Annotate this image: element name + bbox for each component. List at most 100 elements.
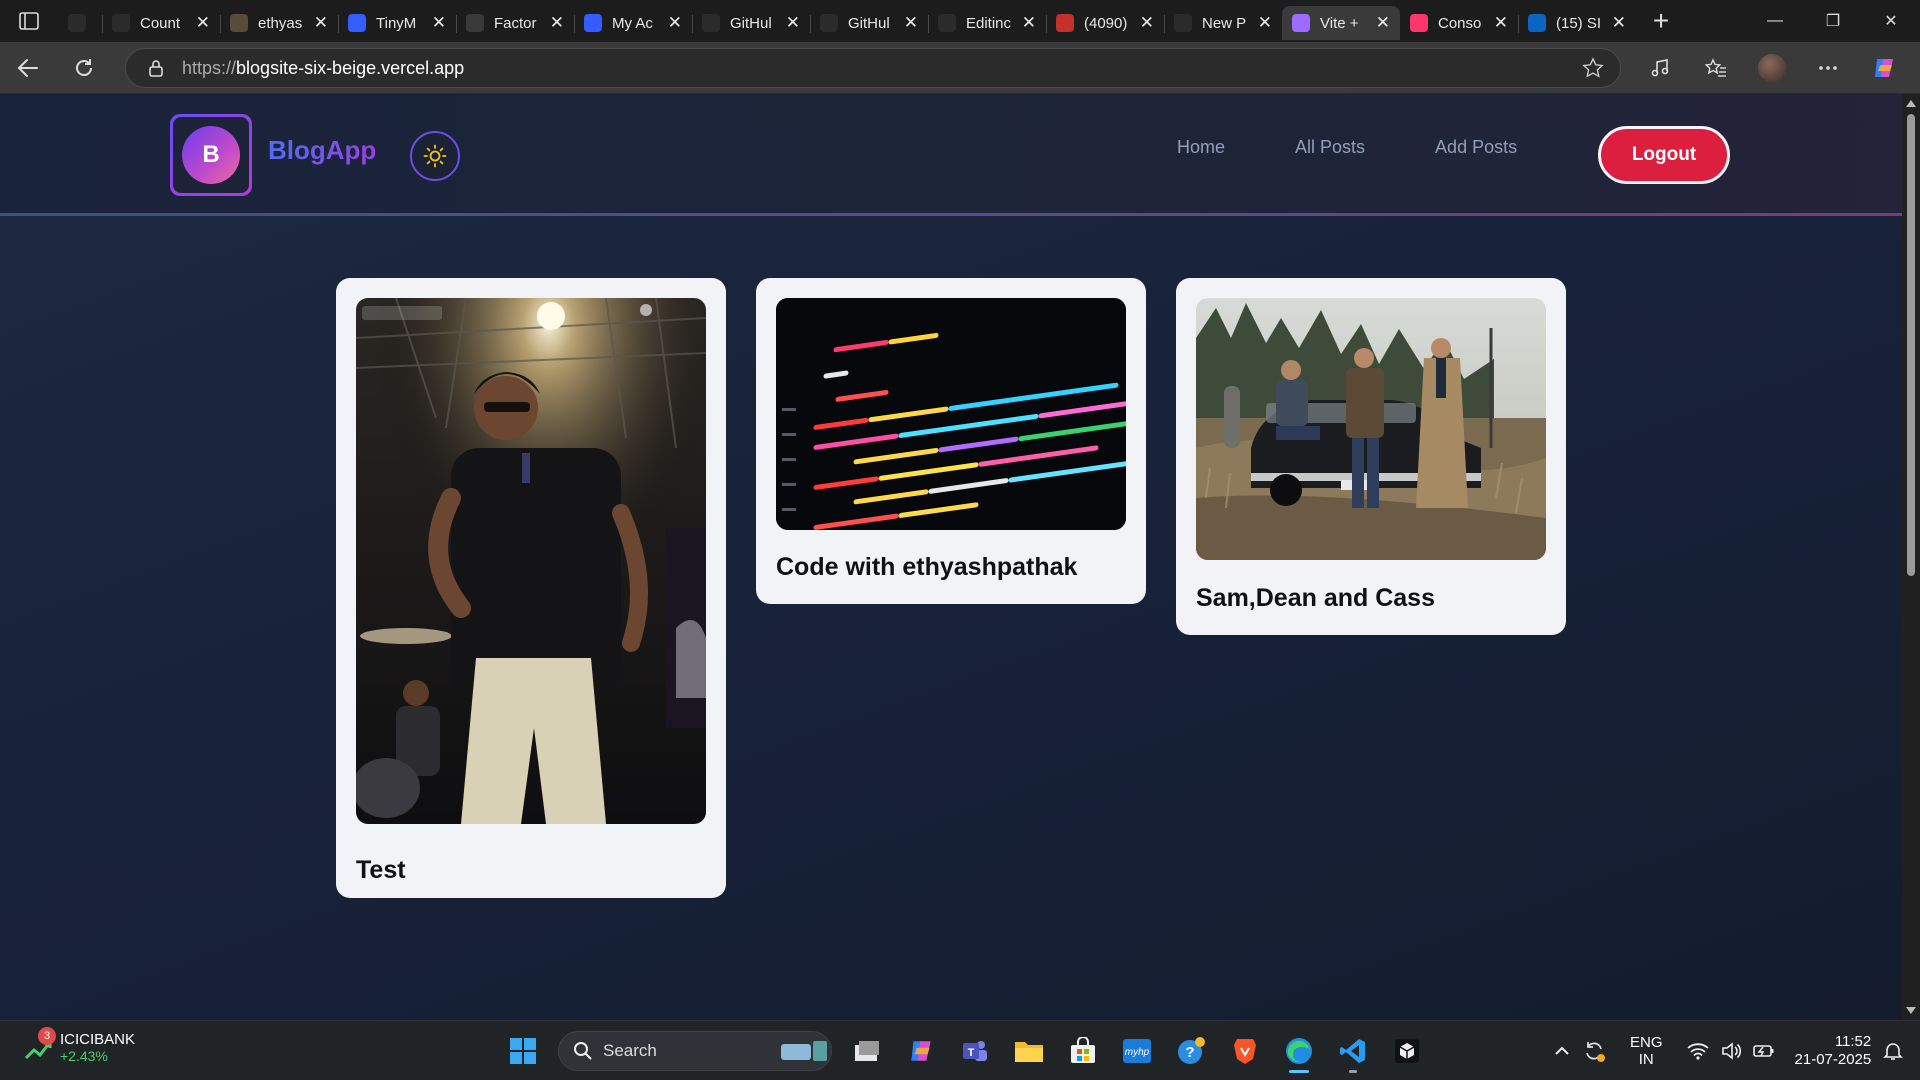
browser-tab-strip: Count ✕ ethyas ✕ TinyM ✕ Factor ✕ My Ac ✕ GitHul ✕ G…	[0, 0, 1920, 42]
lang-line1: ENG	[1630, 1034, 1663, 1051]
system-clock[interactable]: 11:52 21-07-2025	[1795, 1033, 1872, 1069]
copilot-button[interactable]	[1856, 42, 1912, 94]
browser-tab[interactable]: GitHul ✕	[810, 6, 928, 40]
brave-icon	[1234, 1039, 1256, 1064]
close-tab-icon[interactable]: ✕	[786, 13, 800, 33]
reload-icon	[76, 58, 92, 76]
close-tab-icon[interactable]: ✕	[668, 13, 682, 33]
browser-tab[interactable]: (15) SI ✕	[1518, 6, 1636, 40]
close-tab-icon[interactable]: ✕	[314, 13, 328, 33]
taskbar-search[interactable]: Search	[558, 1031, 832, 1071]
myhp-app[interactable]: myhp	[1110, 1029, 1164, 1073]
brave-app[interactable]	[1218, 1029, 1272, 1073]
tab-title: ethyas	[258, 14, 303, 32]
close-tab-icon[interactable]: ✕	[1022, 13, 1036, 33]
browser-tab[interactable]: Editinc ✕	[928, 6, 1046, 40]
stock-widget[interactable]: 3 ICICIBANK +2.43%	[24, 1027, 135, 1064]
logout-button[interactable]: Logout	[1598, 126, 1730, 184]
post-card[interactable]: Code with ethyashpathak	[756, 278, 1146, 604]
close-tab-icon[interactable]: ✕	[1612, 13, 1626, 33]
tab-title: Editinc	[966, 14, 1012, 32]
back-button[interactable]	[0, 42, 56, 94]
help-app[interactable]: ?	[1164, 1029, 1218, 1073]
browser-tab[interactable]: (4090) ✕	[1046, 6, 1164, 40]
file-explorer-app[interactable]	[1002, 1029, 1056, 1073]
store-app[interactable]	[1056, 1029, 1110, 1073]
tab-actions-button[interactable]	[0, 0, 58, 42]
notifications-button[interactable]	[1883, 1041, 1904, 1061]
close-window-button[interactable]: ✕	[1862, 0, 1920, 42]
profile-button[interactable]	[1744, 42, 1800, 94]
post-title: Sam,Dean and Cass	[1196, 584, 1435, 612]
browser-tab[interactable]: My Ac ✕	[574, 6, 692, 40]
theme-toggle-button[interactable]	[410, 131, 460, 181]
new-tab-button[interactable]: +	[1636, 0, 1686, 42]
copilot-app[interactable]	[894, 1029, 948, 1073]
windows-logo-icon	[510, 1038, 536, 1064]
address-bar[interactable]: https://blogsite-six-beige.vercel.app	[125, 48, 1621, 88]
close-tab-icon[interactable]: ✕	[1140, 13, 1154, 33]
github-icon	[820, 14, 838, 32]
widget-text: ICICIBANK +2.43%	[60, 1031, 135, 1064]
scroll-up-arrow[interactable]	[1906, 100, 1916, 107]
browser-tab[interactable]: GitHul ✕	[692, 6, 810, 40]
browser-tab[interactable]: Conso ✕	[1400, 6, 1518, 40]
wifi-icon	[1686, 1043, 1709, 1060]
site-brand[interactable]: BlogApp	[268, 135, 376, 166]
favorite-star-icon[interactable]	[1582, 57, 1604, 79]
minimize-button[interactable]: —	[1746, 0, 1804, 42]
more-menu-button[interactable]	[1800, 42, 1856, 94]
restore-button[interactable]: ❐	[1804, 0, 1862, 42]
show-hidden-icons-button[interactable]	[1554, 1046, 1570, 1056]
browser-tab[interactable]: TinyM ✕	[338, 6, 456, 40]
input-language[interactable]: ENG IN	[1630, 1034, 1663, 1068]
start-button[interactable]	[496, 1029, 550, 1073]
browser-tab[interactable]: Count ✕	[102, 6, 220, 40]
page-viewport: B BlogApp Home All Posts Add Posts Logou…	[0, 94, 1902, 1020]
battery-button[interactable]	[1752, 1043, 1775, 1059]
nav-home-link[interactable]: Home	[1177, 137, 1225, 158]
browser-tab[interactable]: ethyas ✕	[220, 6, 338, 40]
browser-tab[interactable]: New P ✕	[1164, 6, 1282, 40]
post-card[interactable]: Sam,Dean and Cass	[1176, 278, 1566, 635]
post-card[interactable]: Test	[336, 278, 726, 898]
reload-button[interactable]	[56, 42, 112, 94]
browser-tab[interactable]	[58, 6, 102, 40]
close-tab-icon[interactable]: ✕	[1376, 13, 1390, 33]
scroll-thumb[interactable]	[1907, 114, 1915, 576]
close-tab-icon[interactable]: ✕	[1494, 13, 1508, 33]
tab-title: GitHul	[848, 14, 890, 32]
close-tab-icon[interactable]: ✕	[432, 13, 446, 33]
teams-icon: T	[963, 1041, 987, 1061]
vercel-icon	[1174, 14, 1192, 32]
sync-tray-button[interactable]	[1582, 1039, 1606, 1063]
site-logo[interactable]: B	[170, 114, 252, 196]
tuf-icon	[112, 14, 130, 32]
browser-tab[interactable]: Factor ✕	[456, 6, 574, 40]
close-tab-icon[interactable]: ✕	[904, 13, 918, 33]
favorites-button[interactable]	[1688, 42, 1744, 94]
read-aloud-button[interactable]	[1632, 42, 1688, 94]
music-note-icon	[1651, 59, 1669, 77]
vscode-icon	[1340, 1039, 1365, 1063]
scroll-down-arrow[interactable]	[1906, 1007, 1916, 1014]
nav-all-posts-link[interactable]: All Posts	[1295, 137, 1365, 158]
volume-button[interactable]	[1721, 1042, 1741, 1060]
wifi-button[interactable]	[1686, 1042, 1709, 1060]
appwrite-icon	[1410, 14, 1428, 32]
task-view-button[interactable]	[840, 1029, 894, 1073]
close-tab-icon[interactable]: ✕	[550, 13, 564, 33]
cube-icon	[1395, 1039, 1419, 1063]
vscode-app[interactable]	[1326, 1029, 1380, 1073]
teams-app[interactable]: T	[948, 1029, 1002, 1073]
back-arrow-icon	[17, 58, 38, 77]
browser-tab[interactable]: Vite + ✕	[1282, 6, 1400, 40]
cube-app[interactable]	[1380, 1029, 1434, 1073]
edge-app[interactable]	[1272, 1029, 1326, 1073]
nav-add-posts-link[interactable]: Add Posts	[1435, 137, 1517, 158]
close-tab-icon[interactable]: ✕	[196, 13, 210, 33]
close-tab-icon[interactable]: ✕	[1258, 13, 1272, 33]
folder-icon	[1015, 1042, 1043, 1062]
page-scrollbar[interactable]	[1902, 94, 1920, 1020]
tab-title: Conso	[1438, 14, 1482, 32]
